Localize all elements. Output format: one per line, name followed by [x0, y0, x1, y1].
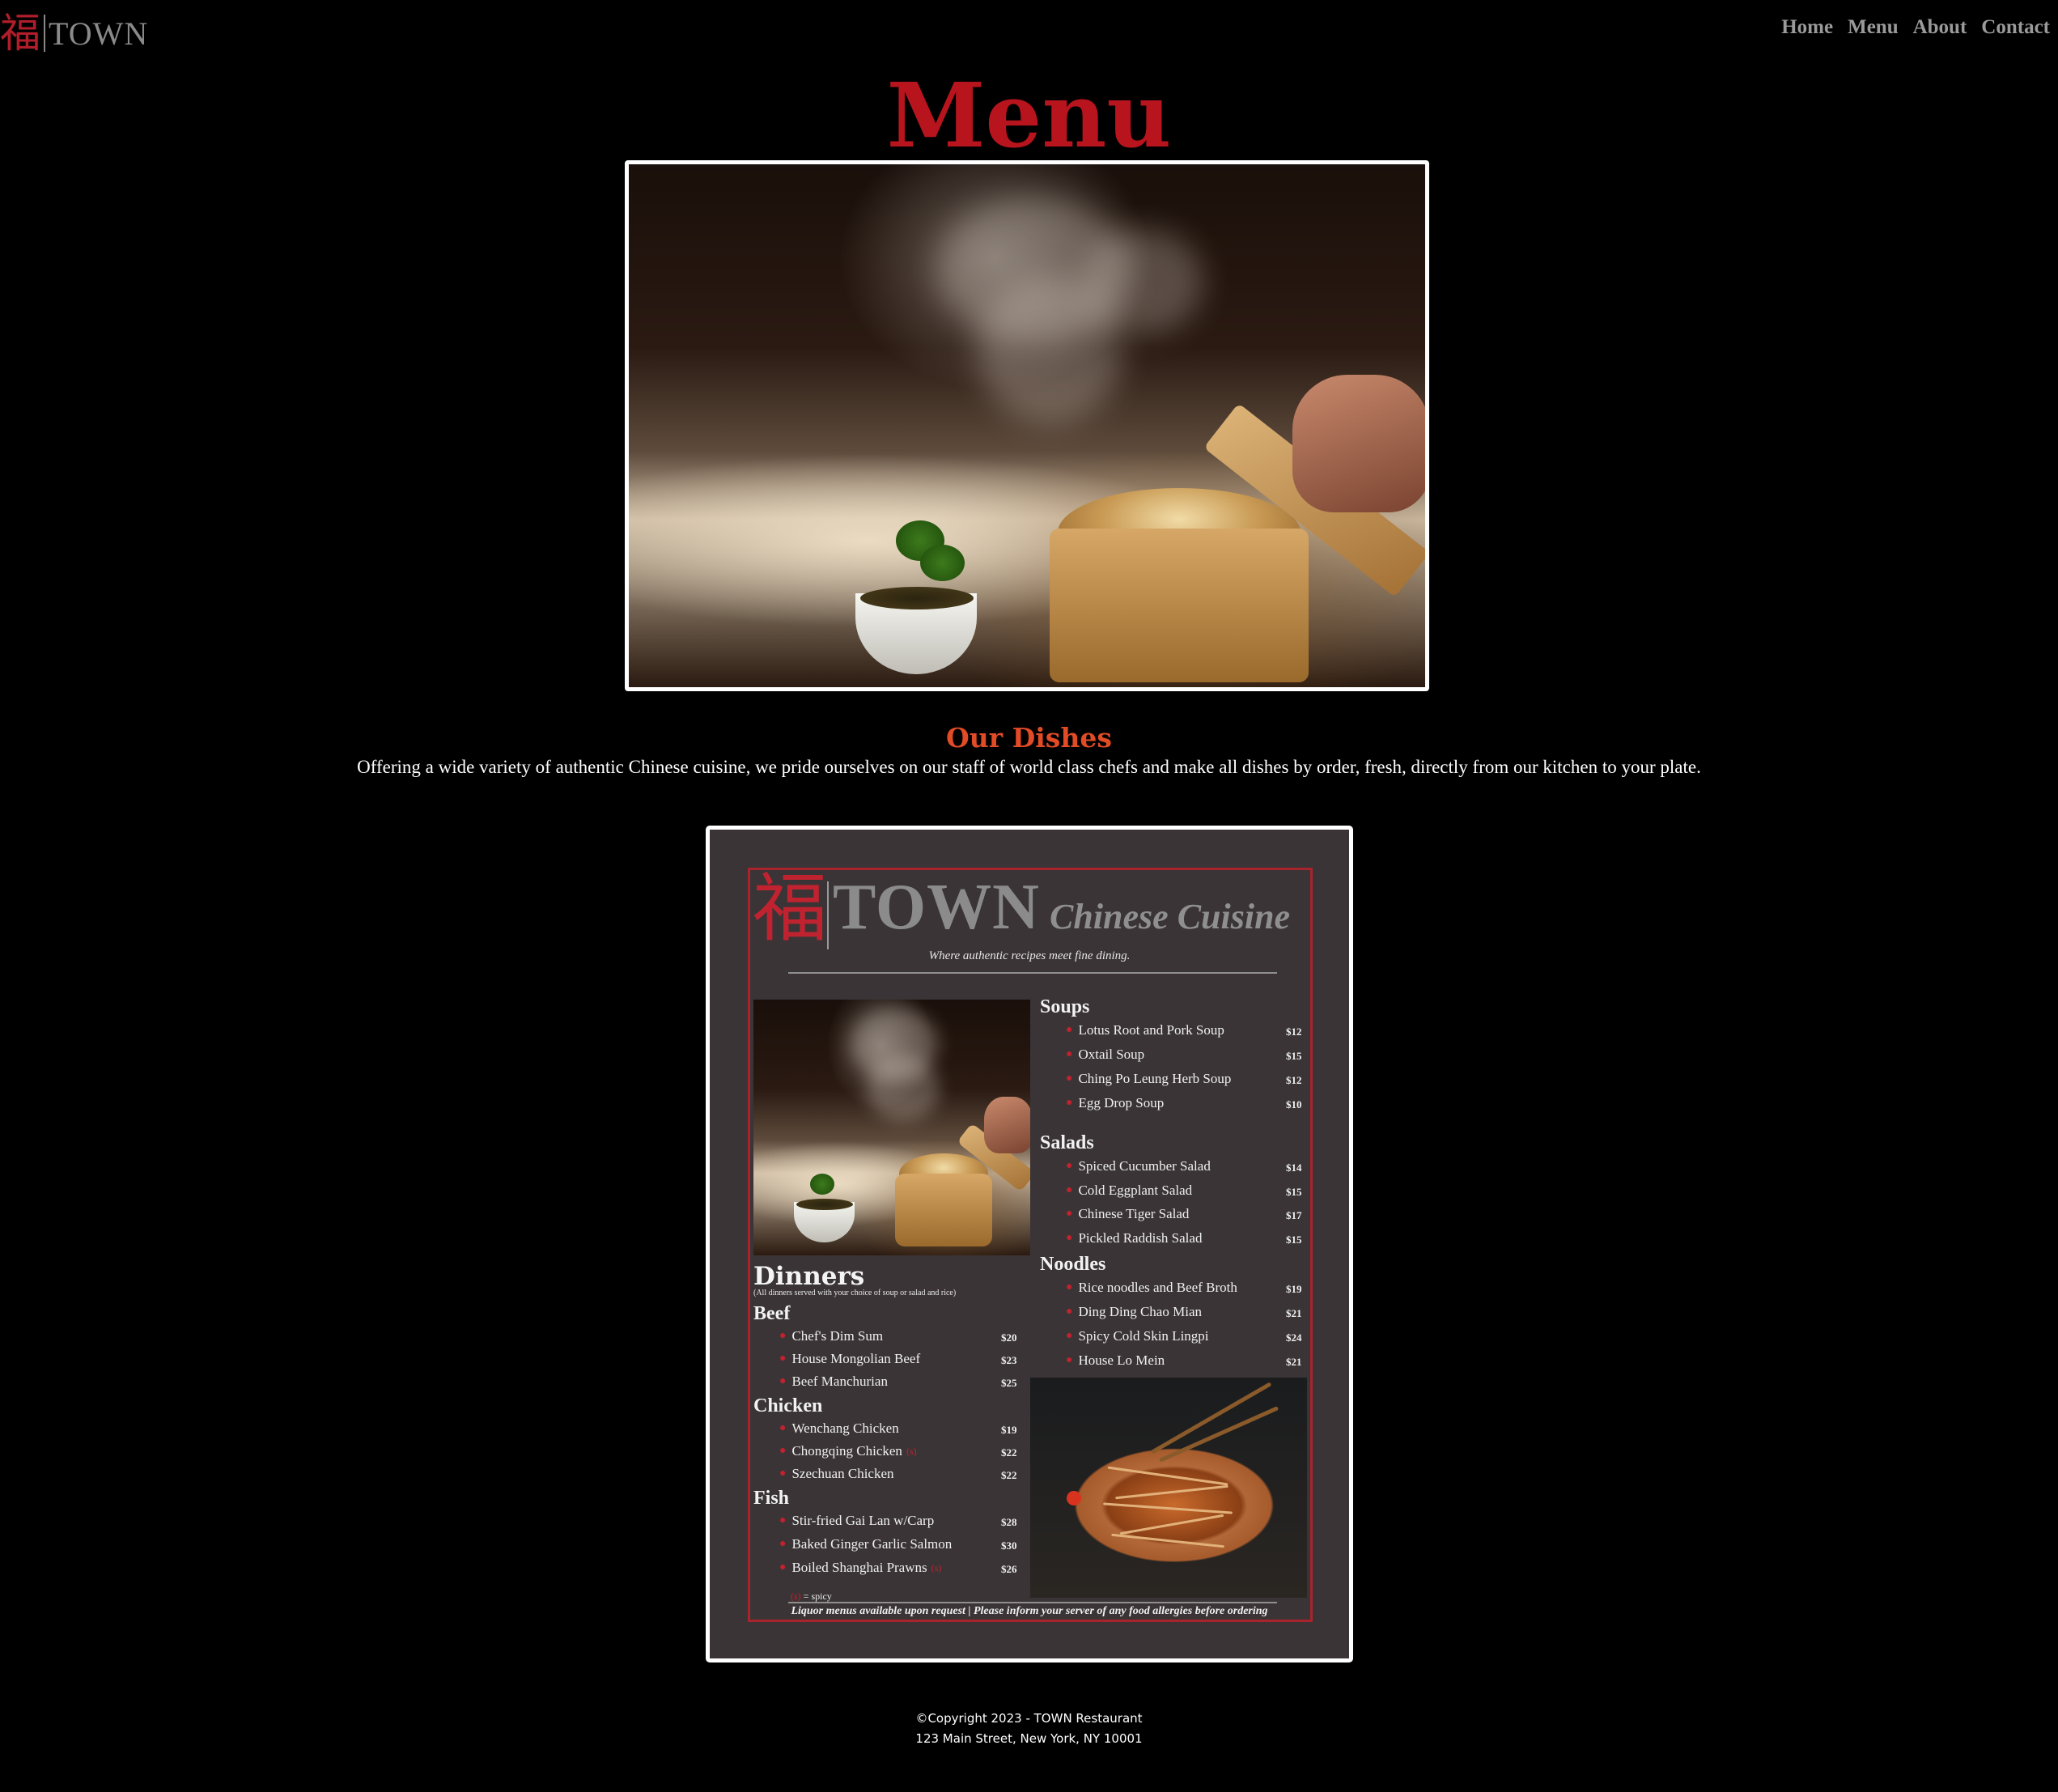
page-title: Menu	[886, 63, 1172, 168]
menu-item: ● Chongqing Chicken (s)	[779, 1443, 917, 1459]
menu-item-price: $30	[1001, 1539, 1017, 1552]
menu-item-price: $20	[1001, 1331, 1017, 1344]
menu-item: ● Baked Ginger Garlic Salmon	[779, 1536, 953, 1552]
menu-item-price: $21	[1286, 1356, 1302, 1368]
menu-card-brand: TOWN	[833, 872, 1040, 943]
dumplings-photo-scene	[629, 164, 1425, 687]
section-fish: Fish	[753, 1488, 790, 1509]
menu-item: ● Egg Drop Soup	[1066, 1095, 1165, 1110]
nav-link-about[interactable]: About	[1913, 16, 1967, 39]
menu-item-price: $15	[1286, 1234, 1302, 1246]
menu-card-cuisine: Chinese Cuisine	[1050, 897, 1291, 936]
nav-link-contact[interactable]: Contact	[1981, 16, 2050, 39]
menu-item: ● Rice noodles and Beef Broth	[1066, 1280, 1237, 1295]
menu-item: ● Chinese Tiger Salad	[1066, 1206, 1190, 1221]
menu-item: ● Spiced Cucumber Salad	[1066, 1158, 1211, 1174]
menu-item-price: $10	[1286, 1098, 1302, 1110]
nav-link-home[interactable]: Home	[1781, 16, 1833, 39]
section-soups: Soups	[1040, 996, 1090, 1017]
menu-card-image: 福 TOWN Chinese Cuisine Where authentic r…	[706, 826, 1353, 1662]
menu-item-price: $22	[1001, 1446, 1017, 1459]
menu-card-logo-divider	[827, 881, 829, 949]
menu-item: ● Ding Ding Chao Mian	[1066, 1304, 1202, 1319]
menu-item: ● Pickled Raddish Salad	[1066, 1230, 1203, 1246]
logo[interactable]: 福 TOWN	[0, 8, 148, 58]
menu-item-price: $22	[1001, 1469, 1017, 1481]
dinners-note: (All dinners served with your choice of …	[753, 1289, 957, 1297]
menu-item-price: $19	[1001, 1424, 1017, 1436]
menu-item: ● Lotus Root and Pork Soup	[1066, 1022, 1224, 1038]
menu-item: ● Stir-fried Gai Lan w/Carp	[779, 1513, 935, 1528]
menu-item: ● Oxtail Soup	[1066, 1047, 1145, 1062]
menu-item: ● House Mongolian Beef	[779, 1351, 921, 1366]
menu-item: ● Beef Manchurian	[779, 1374, 888, 1389]
menu-item-price: $28	[1001, 1516, 1017, 1528]
nav-link-menu[interactable]: Menu	[1848, 16, 1899, 39]
menu-item-price: $15	[1286, 1186, 1302, 1198]
menu-card-footnote: Liquor menus available upon request | Pl…	[791, 1605, 1268, 1617]
hero-dumplings-photo	[625, 160, 1429, 691]
menu-item: ● Ching Po Leung Herb Soup	[1066, 1071, 1232, 1086]
menu-card-tagline: Where authentic recipes meet fine dining…	[928, 949, 1131, 962]
menu-item-price: $12	[1286, 1074, 1302, 1086]
menu-card-noodles-photo	[1030, 1378, 1307, 1598]
footer-copyright: ©Copyright 2023 - TOWN Restaurant	[915, 1711, 1143, 1726]
menu-item-price: $15	[1286, 1050, 1302, 1062]
menu-item-price: $14	[1286, 1161, 1302, 1174]
menu-item-price: $17	[1286, 1209, 1302, 1221]
logo-text: TOWN	[49, 15, 149, 52]
menu-card-divider-bottom	[788, 1602, 1277, 1603]
menu-card-logo-glyph: 福	[753, 865, 828, 952]
menu-item-price: $19	[1286, 1283, 1302, 1295]
spicy-marker: (s)	[906, 1445, 917, 1457]
menu-item: ● Wenchang Chicken	[779, 1420, 899, 1436]
menu-item: ● Szechuan Chicken	[779, 1466, 894, 1481]
dinners-heading: Dinners	[753, 1262, 865, 1291]
section-noodles: Noodles	[1040, 1254, 1106, 1275]
footer-address: 123 Main Street, New York, NY 10001	[915, 1731, 1143, 1746]
menu-item: ● Cold Eggplant Salad	[1066, 1183, 1193, 1198]
spicy-legend: (s) = spicy	[791, 1590, 832, 1602]
menu-item: ● House Lo Mein	[1066, 1352, 1165, 1368]
our-dishes-description: Offering a wide variety of authentic Chi…	[357, 757, 1701, 777]
menu-card-dumplings-photo	[753, 1000, 1030, 1255]
footer: ©Copyright 2023 - TOWN Restaurant 123 Ma…	[0, 1709, 2058, 1749]
menu-item-price: $26	[1001, 1563, 1017, 1575]
our-dishes-heading: Our Dishes	[946, 722, 1112, 754]
menu-item-price: $24	[1286, 1331, 1302, 1344]
main-nav: Home Menu About Contact	[1781, 16, 2050, 39]
section-beef: Beef	[753, 1303, 791, 1324]
menu-item: ● Boiled Shanghai Prawns (s)	[779, 1560, 942, 1575]
spicy-marker: (s)	[931, 1561, 942, 1573]
menu-item-price: $25	[1001, 1377, 1017, 1389]
logo-glyph: 福	[0, 10, 40, 57]
menu-item-price: $12	[1286, 1026, 1302, 1038]
menu-item: ● Spicy Cold Skin Lingpi	[1066, 1328, 1209, 1344]
menu-item-price: $23	[1001, 1354, 1017, 1366]
logo-divider	[44, 15, 45, 52]
section-chicken: Chicken	[753, 1395, 823, 1416]
section-salads: Salads	[1040, 1132, 1094, 1153]
menu-item-price: $21	[1286, 1307, 1302, 1319]
menu-card-divider-top	[788, 972, 1277, 974]
menu-item: ● Chef's Dim Sum	[779, 1328, 884, 1344]
